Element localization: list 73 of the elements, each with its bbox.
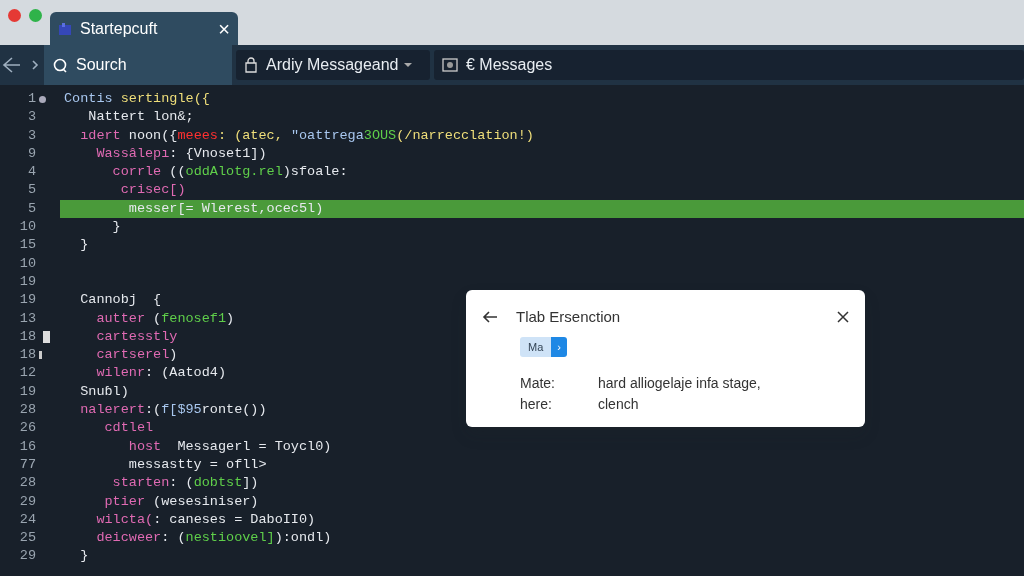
code-line: } <box>79 548 89 564</box>
line-number: 10 <box>18 218 36 237</box>
message-dropdown[interactable]: Ardiy Messageand <box>236 50 430 80</box>
app-icon <box>58 21 72 36</box>
line-number: 16 <box>18 437 36 456</box>
code-line: host Messagerl = Toycl0) <box>127 438 332 454</box>
line-number: 19 <box>18 272 36 291</box>
line-number: 3 <box>26 126 36 145</box>
lock-icon <box>244 57 258 73</box>
line-number: 28 <box>18 474 36 493</box>
code-line: cdtlel <box>103 420 154 436</box>
line-number: 77 <box>18 455 36 474</box>
code-line: Contis sertingle({ <box>64 91 210 106</box>
line-number: 28 <box>18 401 36 420</box>
search-icon <box>52 57 68 73</box>
line-number: 29 <box>18 547 36 566</box>
line-number: 19 <box>18 382 36 401</box>
code-line: wilcta(: caneses = DaboII0) <box>95 511 316 527</box>
code-line: Snuɓl) <box>79 383 129 399</box>
gutter-marker <box>39 351 42 360</box>
line-number: 15 <box>18 236 36 255</box>
gutter-marker <box>43 330 50 343</box>
tag-action-button[interactable]: › <box>551 336 567 357</box>
code-line: crisec[) <box>119 182 186 198</box>
caret-icon <box>402 62 413 68</box>
code-line: starten: (dobtst]) <box>111 475 259 491</box>
line-number: 13 <box>18 309 36 328</box>
line-number: 5 <box>26 181 36 200</box>
code-line: cartesstly <box>95 328 178 344</box>
code-line: nalerert:(f[$95ronte()) <box>79 402 267 418</box>
code-line: ptier (wesesiniser) <box>103 493 259 509</box>
line-number: 4 <box>26 163 36 182</box>
close-icon[interactable] <box>837 311 849 324</box>
line-number: 18 <box>18 346 36 365</box>
close-tab-button[interactable]: × <box>218 13 230 44</box>
code-line: Nattert lon&; <box>87 109 194 125</box>
line-number: 3 <box>26 108 36 127</box>
back-icon[interactable] <box>482 310 498 325</box>
line-number: 26 <box>18 419 36 438</box>
tab-title[interactable]: Startepcuft <box>80 16 219 41</box>
field-value: hard alliogelaje infa stage, <box>598 374 761 393</box>
line-number: 1 <box>26 90 36 108</box>
line-number: 5 <box>26 199 36 218</box>
code-line: messer[= Wlerest,ocec5l) <box>127 200 324 216</box>
line-number: 12 <box>18 364 36 383</box>
line-number: 19 <box>18 291 36 310</box>
popup-title: Tlab Ersenction <box>516 307 622 327</box>
code-line: deicweer: (nestioovel]):ondl) <box>95 530 332 546</box>
field-label: here: <box>520 395 553 414</box>
code-line: } <box>79 237 89 253</box>
line-number: 18 <box>18 327 36 346</box>
code-line: cartserel) <box>95 347 178 363</box>
tag: Ma <box>520 336 552 357</box>
code-line: } <box>111 219 121 235</box>
code-line: corrle ((oddAlotg.rel)sfoale: <box>111 164 348 180</box>
code-line: messastty = ofll> <box>127 456 267 472</box>
line-number: 10 <box>18 254 36 273</box>
field-value: clench <box>598 395 639 414</box>
line-number: 29 <box>18 492 36 511</box>
messages-tab[interactable]: € Messages <box>466 53 553 77</box>
field-label: Mate: <box>520 374 556 393</box>
code-line: ıdert noon({meees: (atec, "oattrega3OUS(/narrecclation!) <box>79 127 534 143</box>
code-line: autter (fenosef1) <box>95 310 235 326</box>
code-line: Wassâlepı: {Vnoset1]) <box>95 145 267 161</box>
line-number: 25 <box>18 529 36 548</box>
close-window-icon[interactable] <box>8 9 21 22</box>
line-number: 24 <box>18 510 36 529</box>
search-field[interactable]: Sourch <box>44 45 232 85</box>
breakpoint-icon <box>39 96 46 103</box>
code-line: Cannobj { <box>79 292 162 308</box>
code-line: wilenr: (Aatod4) <box>95 365 227 381</box>
line-number: 9 <box>26 144 36 163</box>
image-icon[interactable] <box>442 57 458 73</box>
